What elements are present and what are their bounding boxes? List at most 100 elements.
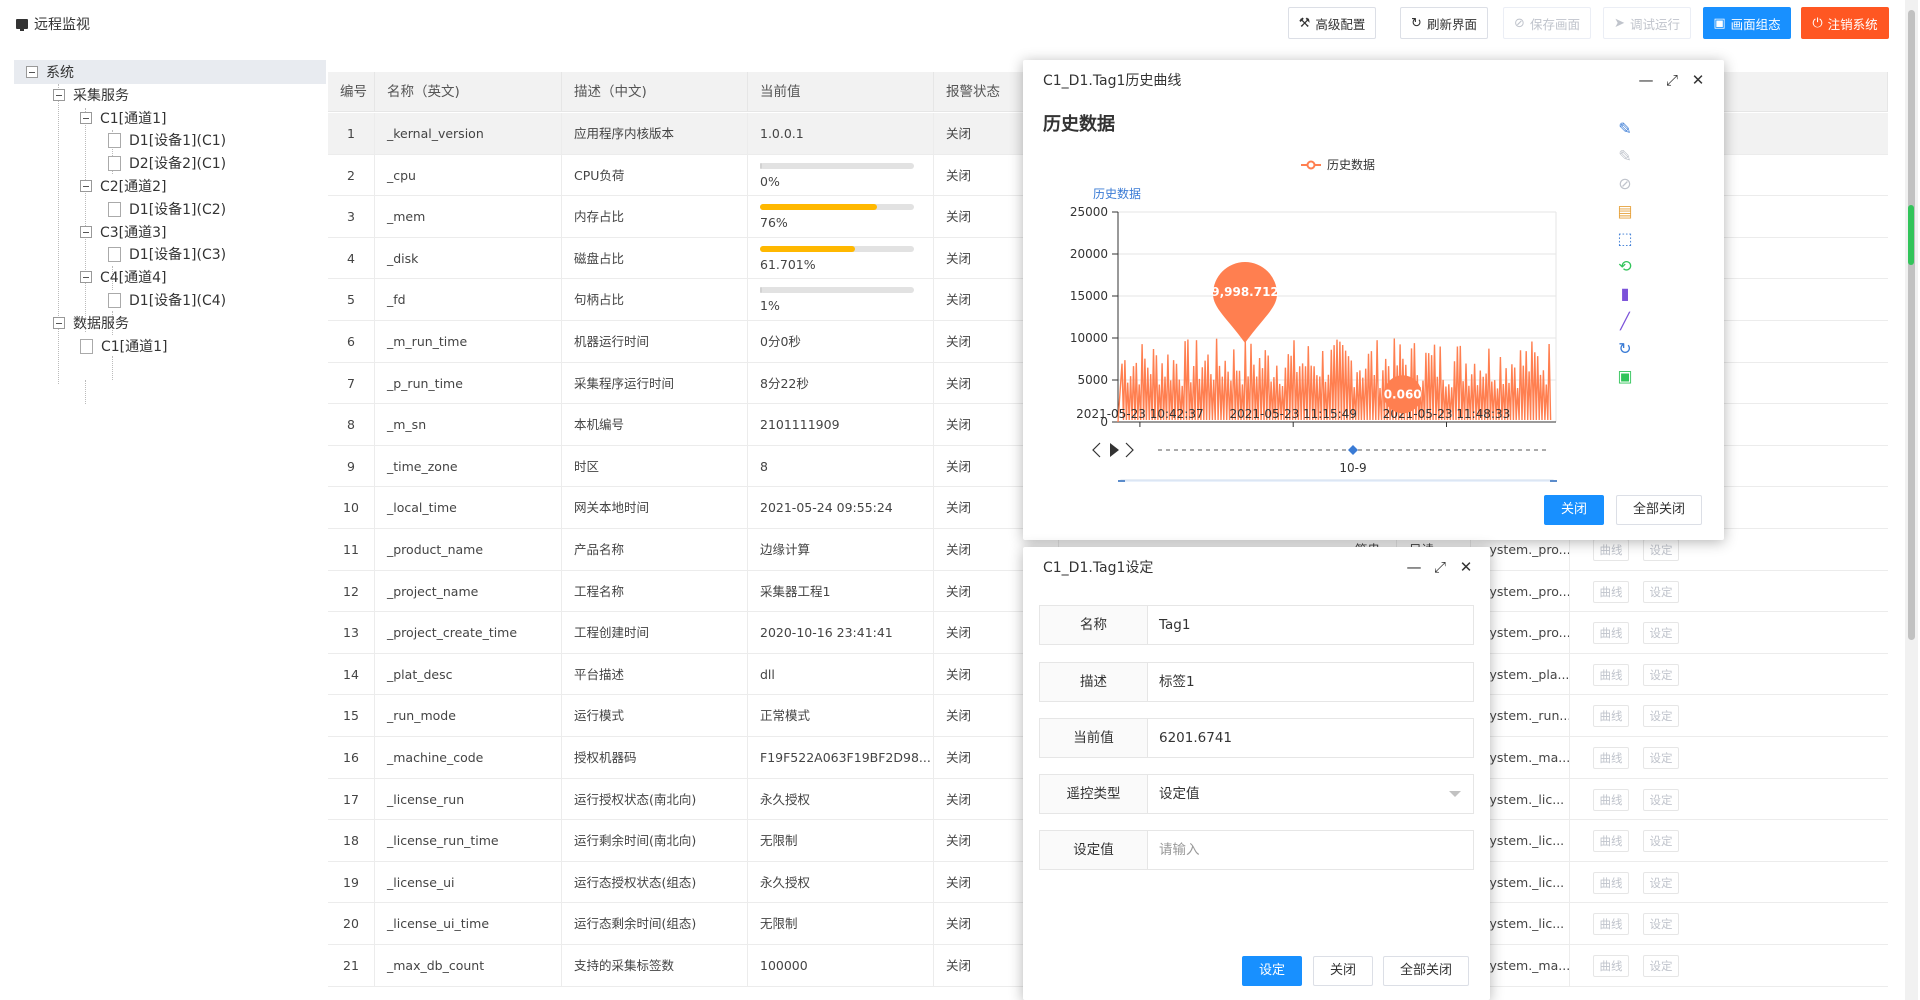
scrollbar-thumb[interactable] bbox=[1908, 10, 1915, 640]
set-row-button[interactable]: 设定 bbox=[1643, 539, 1679, 561]
history-close-button[interactable]: 关闭 bbox=[1544, 495, 1604, 525]
chevron-down-icon[interactable] bbox=[1449, 791, 1461, 797]
screen-config-button[interactable]: ▣ 画面组态 bbox=[1703, 7, 1791, 39]
cell-name: _m_sn bbox=[375, 404, 562, 446]
curve-button[interactable]: 曲线 bbox=[1593, 747, 1629, 769]
cell-desc: 工程名称 bbox=[562, 570, 748, 612]
max-marker bbox=[1213, 262, 1278, 344]
set-row-button[interactable]: 设定 bbox=[1643, 747, 1679, 769]
tree-node-device[interactable]: D2[设备2](C1) bbox=[108, 151, 226, 175]
cell-name: _run_mode bbox=[375, 695, 562, 737]
data-zoom-slider bbox=[1120, 479, 1554, 482]
progress-value: 76% bbox=[760, 215, 788, 231]
y-tick-label: 25000 bbox=[1070, 205, 1108, 219]
collapse-icon[interactable] bbox=[53, 89, 65, 101]
tree-node-channel[interactable]: C1[通道1] bbox=[80, 334, 168, 358]
legend-marker bbox=[1306, 160, 1316, 170]
tree-node-device[interactable]: D1[设备1](C1) bbox=[108, 128, 226, 152]
save-screen-button[interactable]: ⊘ 保存画面 bbox=[1503, 7, 1591, 39]
cell-no: 7 bbox=[328, 362, 375, 404]
logout-button[interactable]: ⏻ 注销系统 bbox=[1801, 7, 1889, 39]
cell-value: dll bbox=[748, 653, 934, 695]
tree-node-device[interactable]: D1[设备1](C4) bbox=[108, 288, 226, 312]
cell-no: 5 bbox=[328, 279, 375, 321]
curve-button[interactable]: 曲线 bbox=[1593, 830, 1629, 853]
set-row-button[interactable]: 设定 bbox=[1643, 871, 1679, 894]
current-value-input[interactable]: 6201.6741 bbox=[1148, 719, 1473, 757]
cell-name: _kernal_version bbox=[375, 113, 562, 154]
tree-node-system[interactable]: 系统 bbox=[26, 60, 74, 84]
curve-button[interactable]: 曲线 bbox=[1593, 955, 1629, 977]
name-input[interactable]: Tag1 bbox=[1148, 606, 1473, 644]
collapse-icon[interactable] bbox=[26, 66, 38, 78]
app-title: 远程监视 bbox=[16, 14, 90, 34]
tree-node-channel[interactable]: C3[通道3] bbox=[80, 220, 167, 244]
set-value-input[interactable]: 请输入 bbox=[1148, 831, 1473, 869]
curve-button[interactable]: 曲线 bbox=[1593, 580, 1629, 603]
curve-button[interactable]: 曲线 bbox=[1593, 913, 1629, 936]
tree-node-channel[interactable]: C1[通道1] bbox=[80, 106, 167, 130]
cell-no: 16 bbox=[328, 737, 375, 778]
set-row-button[interactable]: 设定 bbox=[1643, 913, 1679, 936]
set-row-button[interactable]: 设定 bbox=[1643, 788, 1679, 811]
tree-node-collect-service[interactable]: 采集服务 bbox=[53, 83, 129, 107]
set-row-button[interactable]: 设定 bbox=[1643, 705, 1679, 728]
progress-bar bbox=[760, 245, 914, 252]
tree-guide bbox=[58, 84, 59, 384]
control-type-field: 遥控类型 设定值 bbox=[1039, 774, 1474, 814]
set-row-button[interactable]: 设定 bbox=[1643, 663, 1679, 686]
curve-button[interactable]: 曲线 bbox=[1593, 788, 1629, 811]
close-icon[interactable]: ✕ bbox=[1689, 71, 1707, 89]
refresh-button[interactable]: ↻ 刷新界面 bbox=[1400, 7, 1488, 39]
advanced-config-button[interactable]: ⚒ 高级配置 bbox=[1288, 7, 1376, 39]
cell-name: _cpu bbox=[375, 154, 562, 196]
cell-desc: 运行态剩余时间(组态) bbox=[562, 903, 748, 945]
progress-value: 1% bbox=[760, 298, 780, 314]
setting-close-button[interactable]: 关闭 bbox=[1313, 956, 1373, 986]
collapse-icon[interactable] bbox=[53, 317, 65, 329]
set-row-button[interactable]: 设定 bbox=[1643, 830, 1679, 853]
tree-guide bbox=[85, 380, 86, 404]
set-row-button[interactable]: 设定 bbox=[1643, 955, 1679, 977]
cell-no: 18 bbox=[328, 820, 375, 862]
app-title-text: 远程监视 bbox=[34, 17, 90, 33]
control-type-select[interactable]: 设定值 bbox=[1148, 775, 1473, 813]
debug-run-button[interactable]: ➤ 调试运行 bbox=[1603, 7, 1691, 39]
collapse-icon[interactable] bbox=[80, 226, 92, 238]
curve-button[interactable]: 曲线 bbox=[1593, 871, 1629, 894]
setting-close-all-button[interactable]: 全部关闭 bbox=[1383, 956, 1469, 986]
history-close-all-button[interactable]: 全部关闭 bbox=[1616, 495, 1702, 525]
maximize-icon[interactable]: ⤢ bbox=[1663, 71, 1681, 89]
curve-button[interactable]: 曲线 bbox=[1593, 622, 1629, 645]
cell-desc: 运行授权状态(南北向) bbox=[562, 778, 748, 820]
curve-button[interactable]: 曲线 bbox=[1593, 663, 1629, 686]
curve-button[interactable]: 曲线 bbox=[1593, 705, 1629, 728]
set-row-button[interactable]: 设定 bbox=[1643, 622, 1679, 645]
column-header-value: 当前值 bbox=[748, 72, 934, 112]
close-icon[interactable]: ✕ bbox=[1457, 558, 1475, 576]
maximize-icon[interactable]: ⤢ bbox=[1431, 558, 1449, 576]
set-button[interactable]: 设定 bbox=[1242, 956, 1302, 986]
cell-value: 61.701% bbox=[748, 237, 934, 279]
curve-button[interactable]: 曲线 bbox=[1593, 539, 1629, 561]
desc-input[interactable]: 标签1 bbox=[1148, 663, 1473, 701]
tree-node-channel[interactable]: C2[通道2] bbox=[80, 174, 167, 198]
cell-desc: CPU负荷 bbox=[562, 154, 748, 196]
prev-icon bbox=[1092, 442, 1101, 458]
collapse-icon[interactable] bbox=[80, 271, 92, 283]
tree-node-device[interactable]: D1[设备1](C2) bbox=[108, 197, 226, 221]
set-row-button[interactable]: 设定 bbox=[1643, 580, 1679, 603]
monitor-icon bbox=[16, 19, 28, 31]
minimize-icon[interactable]: — bbox=[1637, 71, 1655, 89]
page-scrollbar[interactable] bbox=[1905, 0, 1918, 1000]
tree-node-data-service[interactable]: 数据服务 bbox=[53, 311, 129, 335]
cell-value: 8 bbox=[748, 445, 934, 487]
tree-node-device[interactable]: D1[设备1](C3) bbox=[108, 242, 226, 266]
tree-node-channel[interactable]: C4[通道4] bbox=[80, 265, 167, 289]
collapse-icon[interactable] bbox=[80, 112, 92, 124]
collapse-icon[interactable] bbox=[80, 180, 92, 192]
y-axis-label: 历史数据 bbox=[1093, 186, 1141, 201]
minimize-icon[interactable]: — bbox=[1405, 558, 1423, 576]
cell-value: 0分0秒 bbox=[748, 321, 934, 362]
progress-bar bbox=[760, 204, 914, 211]
